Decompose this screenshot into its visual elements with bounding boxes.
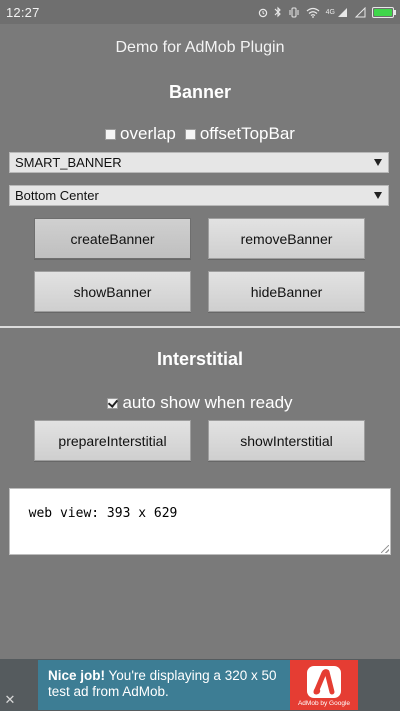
admob-logo-icon bbox=[307, 666, 341, 698]
wifi-icon bbox=[306, 7, 320, 18]
show-interstitial-button[interactable]: showInterstitial bbox=[208, 420, 365, 461]
banner-heading: Banner bbox=[168, 82, 231, 102]
ad-headline: Nice job! bbox=[48, 668, 106, 683]
create-banner-button[interactable]: createBanner bbox=[34, 218, 191, 259]
page-title: Demo for AdMob Plugin bbox=[115, 39, 285, 56]
position-select[interactable]: Bottom Center bbox=[9, 185, 389, 206]
auto-show-checkbox[interactable] bbox=[107, 397, 119, 409]
test-ad[interactable]: Nice job! You're displaying a 320 x 50 t… bbox=[38, 660, 358, 710]
dropdown-arrow-icon bbox=[374, 159, 382, 166]
auto-show-option[interactable]: auto show when ready bbox=[107, 393, 293, 413]
log-text: web view: 393 x 629 bbox=[28, 506, 178, 521]
battery-icon bbox=[372, 6, 396, 18]
interstitial-options: auto show when ready bbox=[0, 393, 400, 413]
vibrate-icon bbox=[289, 7, 299, 17]
offset-top-bar-label: offsetTopBar bbox=[199, 124, 295, 143]
position-select-value: Bottom Center bbox=[15, 188, 99, 203]
network-type-label: 4G bbox=[325, 8, 335, 16]
overlap-option[interactable]: overlap bbox=[105, 124, 176, 144]
section-divider bbox=[0, 326, 400, 328]
bluetooth-icon bbox=[274, 6, 281, 18]
ad-size-select[interactable]: SMART_BANNER bbox=[9, 152, 389, 173]
overlap-label: overlap bbox=[120, 124, 176, 143]
status-icons: 4G bbox=[258, 6, 396, 18]
signal-icon-secondary bbox=[354, 6, 366, 17]
show-banner-button[interactable]: showBanner bbox=[34, 271, 191, 312]
alarm-icon bbox=[258, 8, 267, 17]
status-bar: 12:27 4G bbox=[0, 0, 400, 24]
admob-logo-panel[interactable]: AdMob by Google bbox=[290, 660, 358, 710]
overlap-checkbox[interactable] bbox=[105, 128, 117, 140]
status-time: 12:27 bbox=[6, 4, 40, 20]
offset-top-bar-option[interactable]: offsetTopBar bbox=[184, 124, 295, 144]
interstitial-heading: Interstitial bbox=[156, 349, 244, 369]
signal-icon bbox=[338, 7, 347, 17]
ad-banner[interactable]: Nice job! You're displaying a 320 x 50 t… bbox=[0, 659, 400, 711]
hide-banner-button[interactable]: hideBanner bbox=[208, 271, 365, 312]
remove-banner-button[interactable]: removeBanner bbox=[208, 218, 365, 259]
ad-size-select-value: SMART_BANNER bbox=[15, 155, 122, 170]
ad-close-icon[interactable]: ✕ bbox=[3, 693, 17, 707]
resize-grip-icon[interactable] bbox=[381, 545, 389, 553]
ad-text[interactable]: Nice job! You're displaying a 320 x 50 t… bbox=[38, 660, 290, 710]
auto-show-label: auto show when ready bbox=[122, 393, 293, 412]
log-textarea[interactable]: web view: 393 x 629 bbox=[9, 488, 391, 555]
offset-top-bar-checkbox[interactable] bbox=[184, 128, 196, 140]
admob-badge: AdMob by Google bbox=[297, 700, 351, 707]
prepare-interstitial-button[interactable]: prepareInterstitial bbox=[34, 420, 191, 461]
dropdown-arrow-icon bbox=[374, 192, 382, 199]
banner-options: overlap offsetTopBar bbox=[0, 124, 400, 144]
